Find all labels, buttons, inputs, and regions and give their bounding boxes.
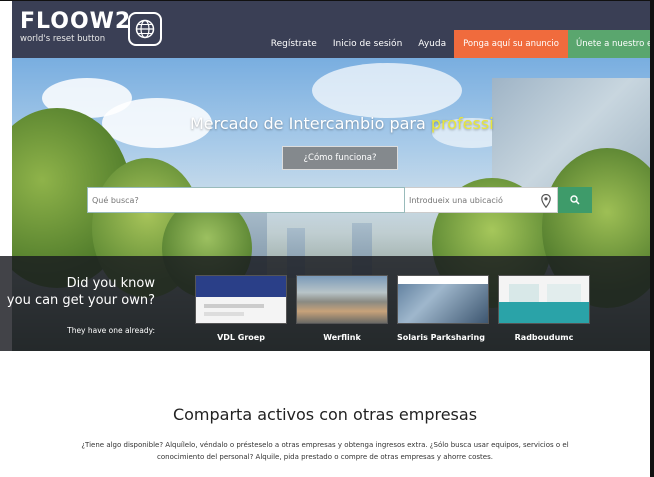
location-input[interactable] <box>405 188 557 213</box>
thumbnail-detail <box>398 276 488 284</box>
showcase-question-line2: you can get your own? <box>6 293 155 308</box>
hero-title: Mercado de Intercambio para professi <box>190 114 494 133</box>
site-label-radboudumc[interactable]: Radboudumc <box>489 333 599 342</box>
search-icon <box>570 195 580 205</box>
location-pin-icon <box>541 193 551 212</box>
showcase-subtitle: They have one already: <box>67 326 155 335</box>
top-nav: FLOOW2 world's reset button Regístrate I… <box>12 1 650 58</box>
search-button[interactable] <box>558 187 592 213</box>
thumbnail-detail <box>547 284 581 302</box>
site-thumbnail-radboudumc[interactable] <box>498 275 590 324</box>
search-input[interactable] <box>87 187 405 213</box>
globe-icon <box>128 12 162 46</box>
search-bar <box>87 187 592 213</box>
thumbnail-detail <box>204 304 264 308</box>
hero-title-highlight: professi <box>430 114 494 133</box>
how-it-works-button[interactable]: ¿Cómo funciona? <box>282 146 398 170</box>
showcase-band: Did you know you can get your own? They … <box>0 256 650 351</box>
nav-help-link[interactable]: Ayuda <box>410 30 454 58</box>
logo[interactable]: FLOOW2 world's reset button <box>20 9 170 49</box>
hero-cloud <box>312 63 462 118</box>
post-ad-button[interactable]: Ponga aquí su anuncio <box>454 30 568 58</box>
showcase-question-line1: Did you know <box>66 276 155 291</box>
thumbnail-detail <box>204 312 244 316</box>
logo-wordmark: FLOOW2 <box>20 9 132 34</box>
site-label-solaris[interactable]: Solaris Parksharing <box>386 333 496 342</box>
site-thumbnail-solaris[interactable] <box>397 275 489 324</box>
logo-tagline: world's reset button <box>20 34 106 44</box>
site-thumbnail-werflink[interactable] <box>296 275 388 324</box>
join-team-button[interactable]: Únete a nuestro equipo <box>568 30 650 58</box>
section-title: Comparta activos con otras empresas <box>172 405 478 424</box>
nav-login-link[interactable]: Inicio de sesión <box>325 30 410 58</box>
site-label-werflink[interactable]: Werflink <box>287 333 397 342</box>
nav-links: Regístrate Inicio de sesión Ayuda Ponga … <box>263 30 650 58</box>
page: FLOOW2 world's reset button Regístrate I… <box>0 0 654 477</box>
site-thumbnail-vdl[interactable] <box>195 275 287 324</box>
section-description: ¿Tiene algo disponible? Alquílelo, vénda… <box>81 441 569 461</box>
location-field-wrapper <box>405 187 558 213</box>
thumbnail-detail <box>509 284 539 302</box>
nav-register-link[interactable]: Regístrate <box>263 30 325 58</box>
site-label-vdl[interactable]: VDL Groep <box>186 333 296 342</box>
hero-title-main: Mercado de Intercambio para <box>190 114 431 133</box>
